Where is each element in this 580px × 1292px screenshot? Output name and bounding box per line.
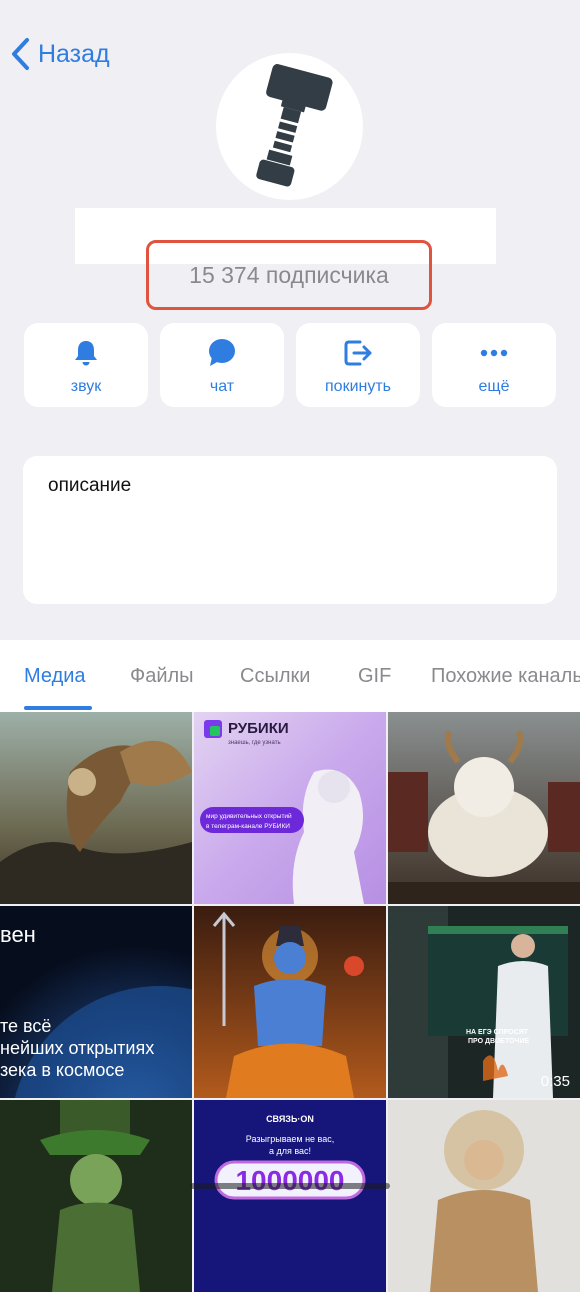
media-thumbnail-goblin[interactable]	[0, 1100, 192, 1292]
rubiki-caption-2: в телеграм-канале РУБИКИ	[206, 823, 290, 830]
description-card: описание	[23, 456, 557, 604]
sound-button[interactable]: звук	[24, 323, 148, 407]
media-thumbnail-video[interactable]: НА ЕГЭ СПРОСЯТ ПРО ДВОЕТОЧИЕ 0:35	[388, 906, 580, 1098]
promo-brand: СВЯЗЬ·ON	[266, 1114, 314, 1124]
chat-label: чат	[209, 378, 235, 395]
leave-button[interactable]: покинуть	[296, 323, 420, 407]
more-button[interactable]: ещё	[432, 323, 556, 407]
chat-bubble-icon	[209, 339, 235, 366]
media-thumbnail-shiva[interactable]	[194, 906, 386, 1098]
description-label: описание	[48, 475, 132, 496]
media-thumbnail-goddess[interactable]	[388, 1100, 580, 1292]
leave-label: покинуть	[325, 378, 391, 395]
media-thumbnail-promo[interactable]: СВЯЗЬ·ON Разыгрываем не вас, а для вас! …	[194, 1100, 386, 1292]
sound-label: звук	[70, 378, 102, 395]
tab-similar-channels[interactable]: Похожие каналы	[431, 665, 580, 688]
promo-line-1: Разыгрываем не вас,	[246, 1134, 335, 1144]
chevron-left-icon	[12, 38, 29, 70]
leave-icon	[344, 340, 372, 366]
home-indicator	[190, 1183, 390, 1189]
media-thumbnail-rubiki[interactable]: РУБИКИ знаешь, где узнать мир удивительн…	[194, 712, 386, 904]
tab-gif[interactable]: GIF	[358, 665, 391, 688]
tab-files[interactable]: Файлы	[130, 665, 194, 688]
media-thumbnail-space[interactable]: вен те всё нейших открытиях зека в космо…	[0, 906, 192, 1098]
promo-line-2: а для вас!	[269, 1146, 311, 1156]
chat-button[interactable]: чат	[160, 323, 284, 407]
media-thumbnail-beast[interactable]	[388, 712, 580, 904]
space-line-2: те всё	[0, 1016, 51, 1036]
more-icon	[480, 349, 508, 357]
tab-media[interactable]: Медиа	[24, 665, 86, 688]
channel-avatar[interactable]	[216, 53, 363, 200]
rubiki-caption-1: мир удивительных открытий	[206, 812, 292, 820]
rubiki-title: РУБИКИ	[228, 720, 289, 737]
hammer-icon	[256, 64, 333, 187]
video-caption-2: ПРО ДВОЕТОЧИЕ	[468, 1038, 529, 1045]
rubiki-tagline: знаешь, где узнать	[228, 740, 281, 746]
space-line-1: вен	[0, 922, 36, 947]
subscriber-count: 15 374 подписчика	[189, 262, 389, 288]
back-label: Назад	[38, 39, 110, 68]
active-tab-indicator	[24, 706, 92, 710]
video-caption-1: НА ЕГЭ СПРОСЯТ	[466, 1029, 529, 1036]
back-button[interactable]: Назад	[10, 36, 110, 72]
more-label: ещё	[478, 378, 510, 395]
bell-icon	[75, 341, 97, 366]
tab-links[interactable]: Ссылки	[240, 665, 310, 688]
space-line-4: зека в космосе	[0, 1060, 124, 1080]
media-tabs: Медиа Файлы Ссылки GIF Похожие каналы	[0, 640, 580, 712]
space-line-3: нейших открытиях	[0, 1038, 154, 1058]
media-thumbnail-griffin[interactable]	[0, 712, 192, 904]
promo-amount: 1000000	[235, 1165, 344, 1196]
video-duration: 0:35	[540, 1073, 570, 1090]
